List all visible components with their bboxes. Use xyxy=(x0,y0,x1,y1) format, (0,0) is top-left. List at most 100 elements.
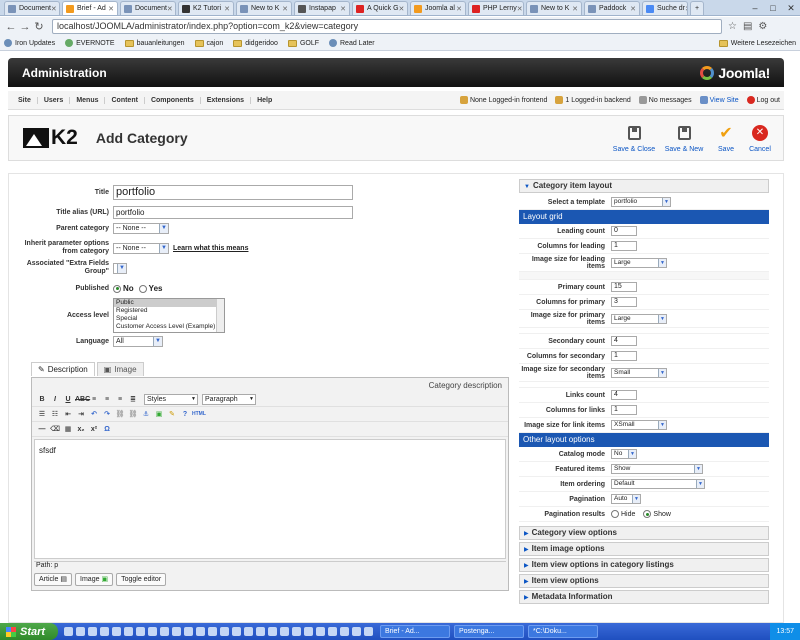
special-char-icon[interactable]: Ω xyxy=(101,424,113,435)
styles-select[interactable]: Styles ▼ xyxy=(144,393,198,405)
app-icon[interactable] xyxy=(76,627,85,636)
parent-category-select[interactable]: -- None -- ▼ xyxy=(113,223,169,234)
scrollbar[interactable] xyxy=(216,299,224,332)
app-icon[interactable] xyxy=(208,627,217,636)
menu-users[interactable]: Users xyxy=(38,96,71,104)
app-icon[interactable] xyxy=(232,627,241,636)
redo-icon[interactable]: ↷ xyxy=(101,409,113,420)
image-secondary-select[interactable]: Small ▼ xyxy=(611,367,667,378)
taskbar-window[interactable]: *C:\Doku... xyxy=(528,625,598,638)
save-new-button[interactable]: Save & New xyxy=(661,124,707,153)
browser-tab[interactable]: PHP Lerny ✕ xyxy=(468,1,524,15)
back-icon[interactable]: ← xyxy=(4,21,18,33)
inherit-category-select[interactable]: -- None -- ▼ xyxy=(113,242,169,254)
pagination-hide-radio[interactable] xyxy=(611,510,619,518)
app-icon[interactable] xyxy=(220,627,229,636)
featured-select[interactable]: Show ▼ xyxy=(611,464,703,474)
app-icon[interactable] xyxy=(352,627,361,636)
published-no-radio[interactable] xyxy=(113,284,121,293)
item-image-options-header[interactable]: ▶ Item image options xyxy=(519,542,769,556)
image-primary-select[interactable]: Large ▼ xyxy=(611,313,667,324)
link-icon[interactable]: ⛓ xyxy=(114,409,126,420)
url-input[interactable]: localhost/JOOMLA/administrator/index.php… xyxy=(52,19,722,34)
close-icon[interactable]: ✕ xyxy=(340,5,346,13)
pagination-select[interactable]: Auto ▼ xyxy=(611,494,641,504)
messages-status[interactable]: No messages xyxy=(638,96,692,104)
reload-icon[interactable]: ↻ xyxy=(32,20,46,33)
template-select[interactable]: portfolio ▼ xyxy=(611,197,671,207)
app-icon[interactable] xyxy=(64,627,73,636)
browser-tab[interactable]: Document ✕ xyxy=(120,1,176,15)
app-icon[interactable] xyxy=(172,627,181,636)
menu-site[interactable]: Site xyxy=(12,96,38,104)
start-button[interactable]: Start xyxy=(0,623,58,640)
close-icon[interactable]: ✕ xyxy=(517,5,523,13)
indent-icon[interactable]: ⇥ xyxy=(75,409,87,420)
cleanup-icon[interactable]: ✎ xyxy=(166,409,178,420)
bookmark-item[interactable]: Read Later xyxy=(329,39,375,47)
menu-extensions[interactable]: Extensions xyxy=(201,96,252,104)
other-bookmarks[interactable]: Weitere Lesezeichen xyxy=(718,39,796,47)
item-view-options-header[interactable]: ▶ Item view options xyxy=(519,574,769,588)
category-item-layout-header[interactable]: ▼ Category item layout xyxy=(519,179,769,193)
menu-help[interactable]: Help xyxy=(251,97,278,104)
taskbar-window[interactable]: Brief - Ad... xyxy=(380,625,450,638)
bookmark-folder[interactable]: didgeridoo xyxy=(233,39,278,47)
language-select[interactable]: All ▼ xyxy=(113,336,163,347)
list-item[interactable]: Public xyxy=(114,299,224,307)
access-level-list[interactable]: Public Registered Special Customer Acces… xyxy=(113,298,225,333)
app-icon[interactable] xyxy=(112,627,121,636)
taskbar-window[interactable]: Postenga... xyxy=(454,625,524,638)
tab-description[interactable]: ✎ Description xyxy=(31,362,95,376)
visual-aid-icon[interactable]: ▦ xyxy=(62,424,74,435)
columns-links-input[interactable]: 1 xyxy=(611,405,637,415)
item-view-category-listings-header[interactable]: ▶ Item view options in category listings xyxy=(519,558,769,572)
page-menu-icon[interactable]: ▤ xyxy=(743,21,752,32)
close-icon[interactable]: ✕ xyxy=(167,5,173,13)
app-icon[interactable] xyxy=(280,627,289,636)
save-button[interactable]: ✔ Save xyxy=(711,124,741,153)
app-icon[interactable] xyxy=(196,627,205,636)
primary-count-input[interactable]: 15 xyxy=(611,282,637,292)
close-icon[interactable]: ✕ xyxy=(224,5,230,13)
bullet-list-icon[interactable]: ☰ xyxy=(36,409,48,420)
links-count-input[interactable]: 4 xyxy=(611,390,637,400)
learn-more-link[interactable]: Learn what this means xyxy=(173,245,248,252)
ordering-select[interactable]: Default ▼ xyxy=(611,479,705,489)
app-icon[interactable] xyxy=(100,627,109,636)
catalog-mode-select[interactable]: No ▼ xyxy=(611,449,637,459)
italic-icon[interactable]: I xyxy=(49,394,61,405)
metadata-header[interactable]: ▶ Metadata Information xyxy=(519,590,769,604)
published-yes-radio[interactable] xyxy=(138,284,147,293)
strikethrough-icon[interactable]: ABC xyxy=(75,394,90,405)
extra-fields-select[interactable]: ▼ xyxy=(113,262,127,274)
app-icon[interactable] xyxy=(184,627,193,636)
leading-count-input[interactable]: 0 xyxy=(611,226,637,236)
horizontal-rule-icon[interactable]: — xyxy=(36,424,48,435)
close-icon[interactable]: ✕ xyxy=(456,5,462,13)
close-icon[interactable]: ✕ xyxy=(630,5,636,13)
maximize-icon[interactable]: □ xyxy=(764,1,782,15)
menu-content[interactable]: Content xyxy=(105,96,145,104)
columns-leading-input[interactable]: 1 xyxy=(611,241,637,251)
browser-tab[interactable]: Paddock ✕ xyxy=(584,1,640,15)
browser-tab[interactable]: A Quick G ✕ xyxy=(352,1,408,15)
list-item[interactable]: Customer Access Level (Example) xyxy=(114,323,224,331)
tab-image[interactable]: ▣ Image xyxy=(96,362,144,376)
save-close-button[interactable]: Save & Close xyxy=(611,124,657,153)
anchor-icon[interactable]: ⚓ xyxy=(140,409,152,420)
remove-format-icon[interactable]: ⌫ xyxy=(49,424,61,435)
star-icon[interactable]: ☆ xyxy=(728,21,737,32)
browser-tab-active[interactable]: Brief - Ad ✕ xyxy=(62,1,118,15)
title-input[interactable]: portfolio xyxy=(113,185,353,200)
close-icon[interactable]: ✕ xyxy=(685,5,687,13)
category-view-options-header[interactable]: ▶ Category view options xyxy=(519,526,769,540)
menu-menus[interactable]: Menus xyxy=(70,96,106,104)
columns-primary-input[interactable]: 3 xyxy=(611,297,637,307)
format-select[interactable]: Paragraph ▼ xyxy=(202,393,256,405)
bookmark-item[interactable]: Iron Updates xyxy=(4,39,55,47)
image-links-select[interactable]: XSmall ▼ xyxy=(611,420,667,430)
close-icon[interactable]: ✕ xyxy=(399,5,405,13)
menu-components[interactable]: Components xyxy=(145,96,201,104)
superscript-icon[interactable]: x² xyxy=(88,424,100,435)
